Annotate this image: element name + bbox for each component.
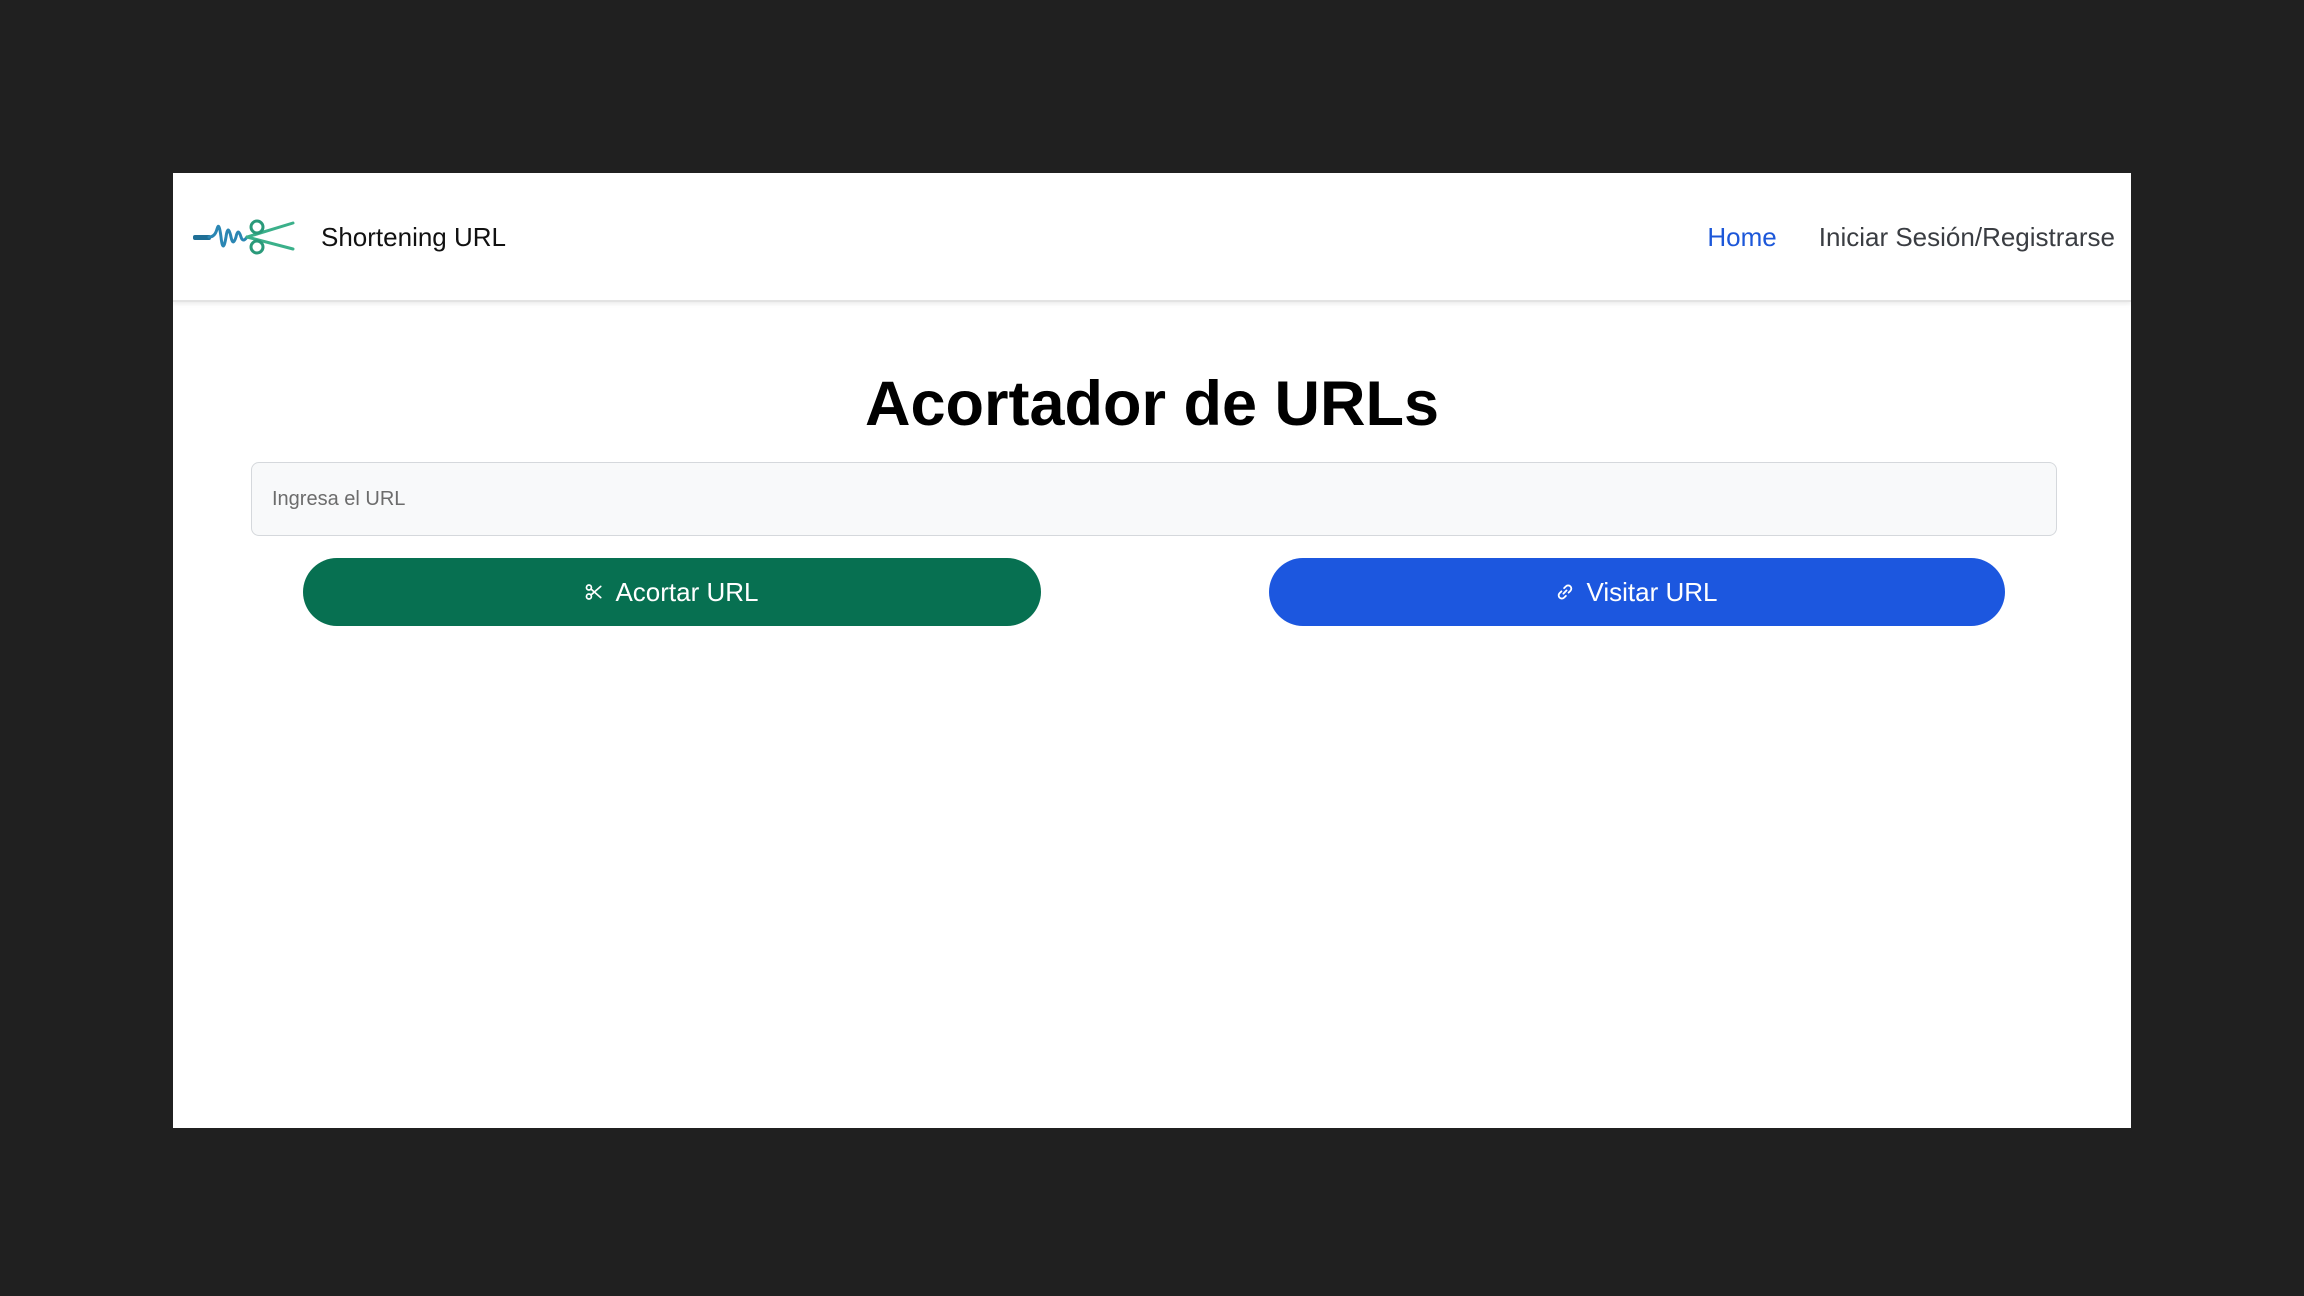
brand-link[interactable]: Shortening URL — [193, 213, 506, 261]
url-input[interactable] — [251, 462, 2057, 536]
link-icon — [1558, 584, 1573, 600]
nav-link-login-register[interactable]: Iniciar Sesión/Registrarse — [1819, 222, 2115, 253]
scissors-icon — [586, 584, 603, 600]
shorten-url-button[interactable]: Acortar URL — [303, 558, 1041, 626]
page-title: Acortador de URLs — [864, 369, 1440, 439]
visit-url-button[interactable]: Visitar URL — [1269, 558, 2005, 626]
shorten-url-label: Acortar URL — [615, 576, 759, 607]
brand-name: Shortening URL — [321, 221, 506, 252]
nav-links: Home Iniciar Sesión/Registrarse — [1665, 211, 2115, 263]
nav-link-home[interactable]: Home — [1707, 222, 1776, 253]
browser-viewport: Shortening URL Home Iniciar Sesión/Regis… — [173, 173, 2131, 1128]
visit-url-label: Visitar URL — [1586, 576, 1718, 607]
scissors-waveform-logo-icon — [193, 219, 295, 255]
navbar: Shortening URL Home Iniciar Sesión/Regis… — [173, 173, 2131, 302]
